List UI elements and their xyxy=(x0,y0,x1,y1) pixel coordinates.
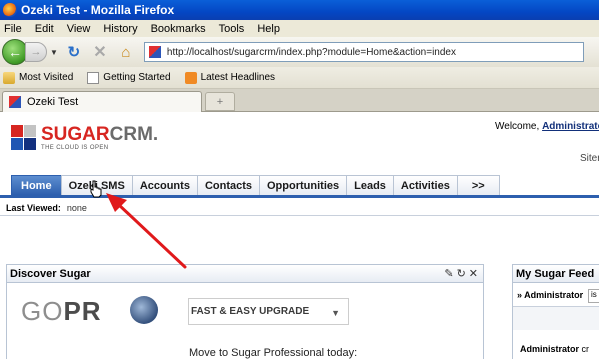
reload-icon[interactable]: ↻ xyxy=(64,42,84,62)
feed-entry: Administrator cr xyxy=(520,344,590,354)
bookmark-label: Most Visited xyxy=(19,72,74,83)
welcome-prefix: Welcome, xyxy=(495,121,543,132)
menu-bar: File Edit View History Bookmarks Tools H… xyxy=(0,20,599,37)
upgrade-select[interactable]: FAST & EASY UPGRADE ▼ xyxy=(188,298,349,325)
tab-strip: Ozeki Test + xyxy=(0,89,599,112)
dashlet-header: My Sugar Feed xyxy=(513,265,599,283)
rss-icon xyxy=(184,71,197,84)
bookmark-most-visited[interactable]: Most Visited xyxy=(0,71,74,84)
bookmarks-toolbar: Most Visited Getting Started Latest Head… xyxy=(0,67,599,89)
navigation-toolbar: ← → ▼ ↻ ✕ ⌂ xyxy=(0,37,599,67)
bookmark-latest-headlines[interactable]: Latest Headlines xyxy=(182,71,276,84)
tab-leads[interactable]: Leads xyxy=(346,175,394,195)
folder-icon xyxy=(3,71,15,84)
discover-sugar-dashlet: Discover Sugar ✎ ↻ ✕ GOPR FAST & EASY UP… xyxy=(6,264,484,359)
logo-tagline: THE CLOUD IS OPEN xyxy=(41,145,109,151)
dashlet-title: My Sugar Feed xyxy=(516,267,595,280)
dashlet-title: Discover Sugar xyxy=(10,267,91,280)
bookmark-label: Latest Headlines xyxy=(200,72,276,83)
stop-icon[interactable]: ✕ xyxy=(90,42,110,62)
menu-edit[interactable]: Edit xyxy=(35,23,54,35)
bookmark-label: Getting Started xyxy=(103,72,171,83)
site-favicon-icon xyxy=(148,46,161,58)
window-title-bar: Ozeki Test - Mozilla Firefox xyxy=(0,0,599,20)
refresh-icon[interactable]: ↻ xyxy=(457,267,466,280)
sites-link[interactable]: Siter xyxy=(580,153,599,164)
tab-favicon-icon xyxy=(9,96,21,108)
menu-view[interactable]: View xyxy=(67,23,91,35)
new-tab-button[interactable]: + xyxy=(205,92,235,111)
sugar-cube-icon xyxy=(11,125,36,150)
feed-post-area[interactable] xyxy=(513,307,599,330)
history-dropdown-icon[interactable]: ▼ xyxy=(50,48,58,57)
menu-help[interactable]: Help xyxy=(257,23,280,35)
divider xyxy=(0,215,599,216)
home-icon[interactable]: ⌂ xyxy=(116,42,136,62)
tab-contacts[interactable]: Contacts xyxy=(196,175,260,195)
sugarcrm-logo[interactable]: SUGARCRM. THE CLOUD IS OPEN xyxy=(11,125,158,151)
browser-tab-active[interactable]: Ozeki Test xyxy=(2,91,202,112)
page-content: SUGARCRM. THE CLOUD IS OPEN Welcome, Adm… xyxy=(0,112,599,359)
firefox-icon xyxy=(3,3,17,17)
edit-pencil-icon[interactable]: ✎ xyxy=(444,267,453,280)
hand-cursor-icon xyxy=(90,180,102,198)
logo-wordmark: SUGARCRM. xyxy=(41,124,159,145)
upgrade-selected-value: FAST & EASY UPGRADE xyxy=(191,306,310,317)
last-viewed-label: Last Viewed: xyxy=(6,203,61,213)
bookmark-getting-started[interactable]: Getting Started xyxy=(84,71,171,84)
tab-more[interactable]: >> xyxy=(456,175,500,195)
dropdown-caret-icon: ▼ xyxy=(331,308,340,318)
tab-opportunities[interactable]: Opportunities xyxy=(259,175,348,195)
tab-title: Ozeki Test xyxy=(27,96,79,108)
forward-button[interactable]: → xyxy=(25,42,47,62)
plus-icon: + xyxy=(216,95,224,108)
user-link[interactable]: Administrator xyxy=(542,121,599,132)
gopro-badge-icon xyxy=(130,296,158,324)
welcome-message: Welcome, Administrator xyxy=(495,121,599,132)
dashlet-header: Discover Sugar xyxy=(7,265,483,283)
feed-filter-input[interactable]: is xyxy=(588,289,599,303)
close-icon[interactable]: ✕ xyxy=(469,267,478,280)
menu-history[interactable]: History xyxy=(103,23,137,35)
back-arrow-icon: ← xyxy=(8,44,22,60)
menu-file[interactable]: File xyxy=(4,23,22,35)
address-bar[interactable] xyxy=(143,42,584,62)
menu-bookmarks[interactable]: Bookmarks xyxy=(151,23,206,35)
page-icon xyxy=(87,71,100,84)
dashlet-tools: ✎ ↻ ✕ xyxy=(441,267,478,280)
promo-text: Move to Sugar Professional today: xyxy=(189,347,358,359)
window-title: Ozeki Test - Mozilla Firefox xyxy=(21,3,175,17)
feed-user-filter[interactable]: » Administrator xyxy=(517,290,583,300)
tab-home[interactable]: Home xyxy=(11,175,62,195)
last-viewed-value: none xyxy=(66,203,87,213)
gopro-logo: GOPR xyxy=(21,296,102,326)
my-sugar-feed-dashlet: My Sugar Feed » Administrator is Adminis… xyxy=(512,264,599,359)
tab-accounts[interactable]: Accounts xyxy=(131,175,198,195)
forward-arrow-icon: → xyxy=(30,46,42,58)
tab-activities[interactable]: Activities xyxy=(392,175,458,195)
menu-tools[interactable]: Tools xyxy=(219,23,245,35)
last-viewed-bar: Last Viewed: none xyxy=(6,203,87,213)
url-input[interactable] xyxy=(166,46,567,58)
